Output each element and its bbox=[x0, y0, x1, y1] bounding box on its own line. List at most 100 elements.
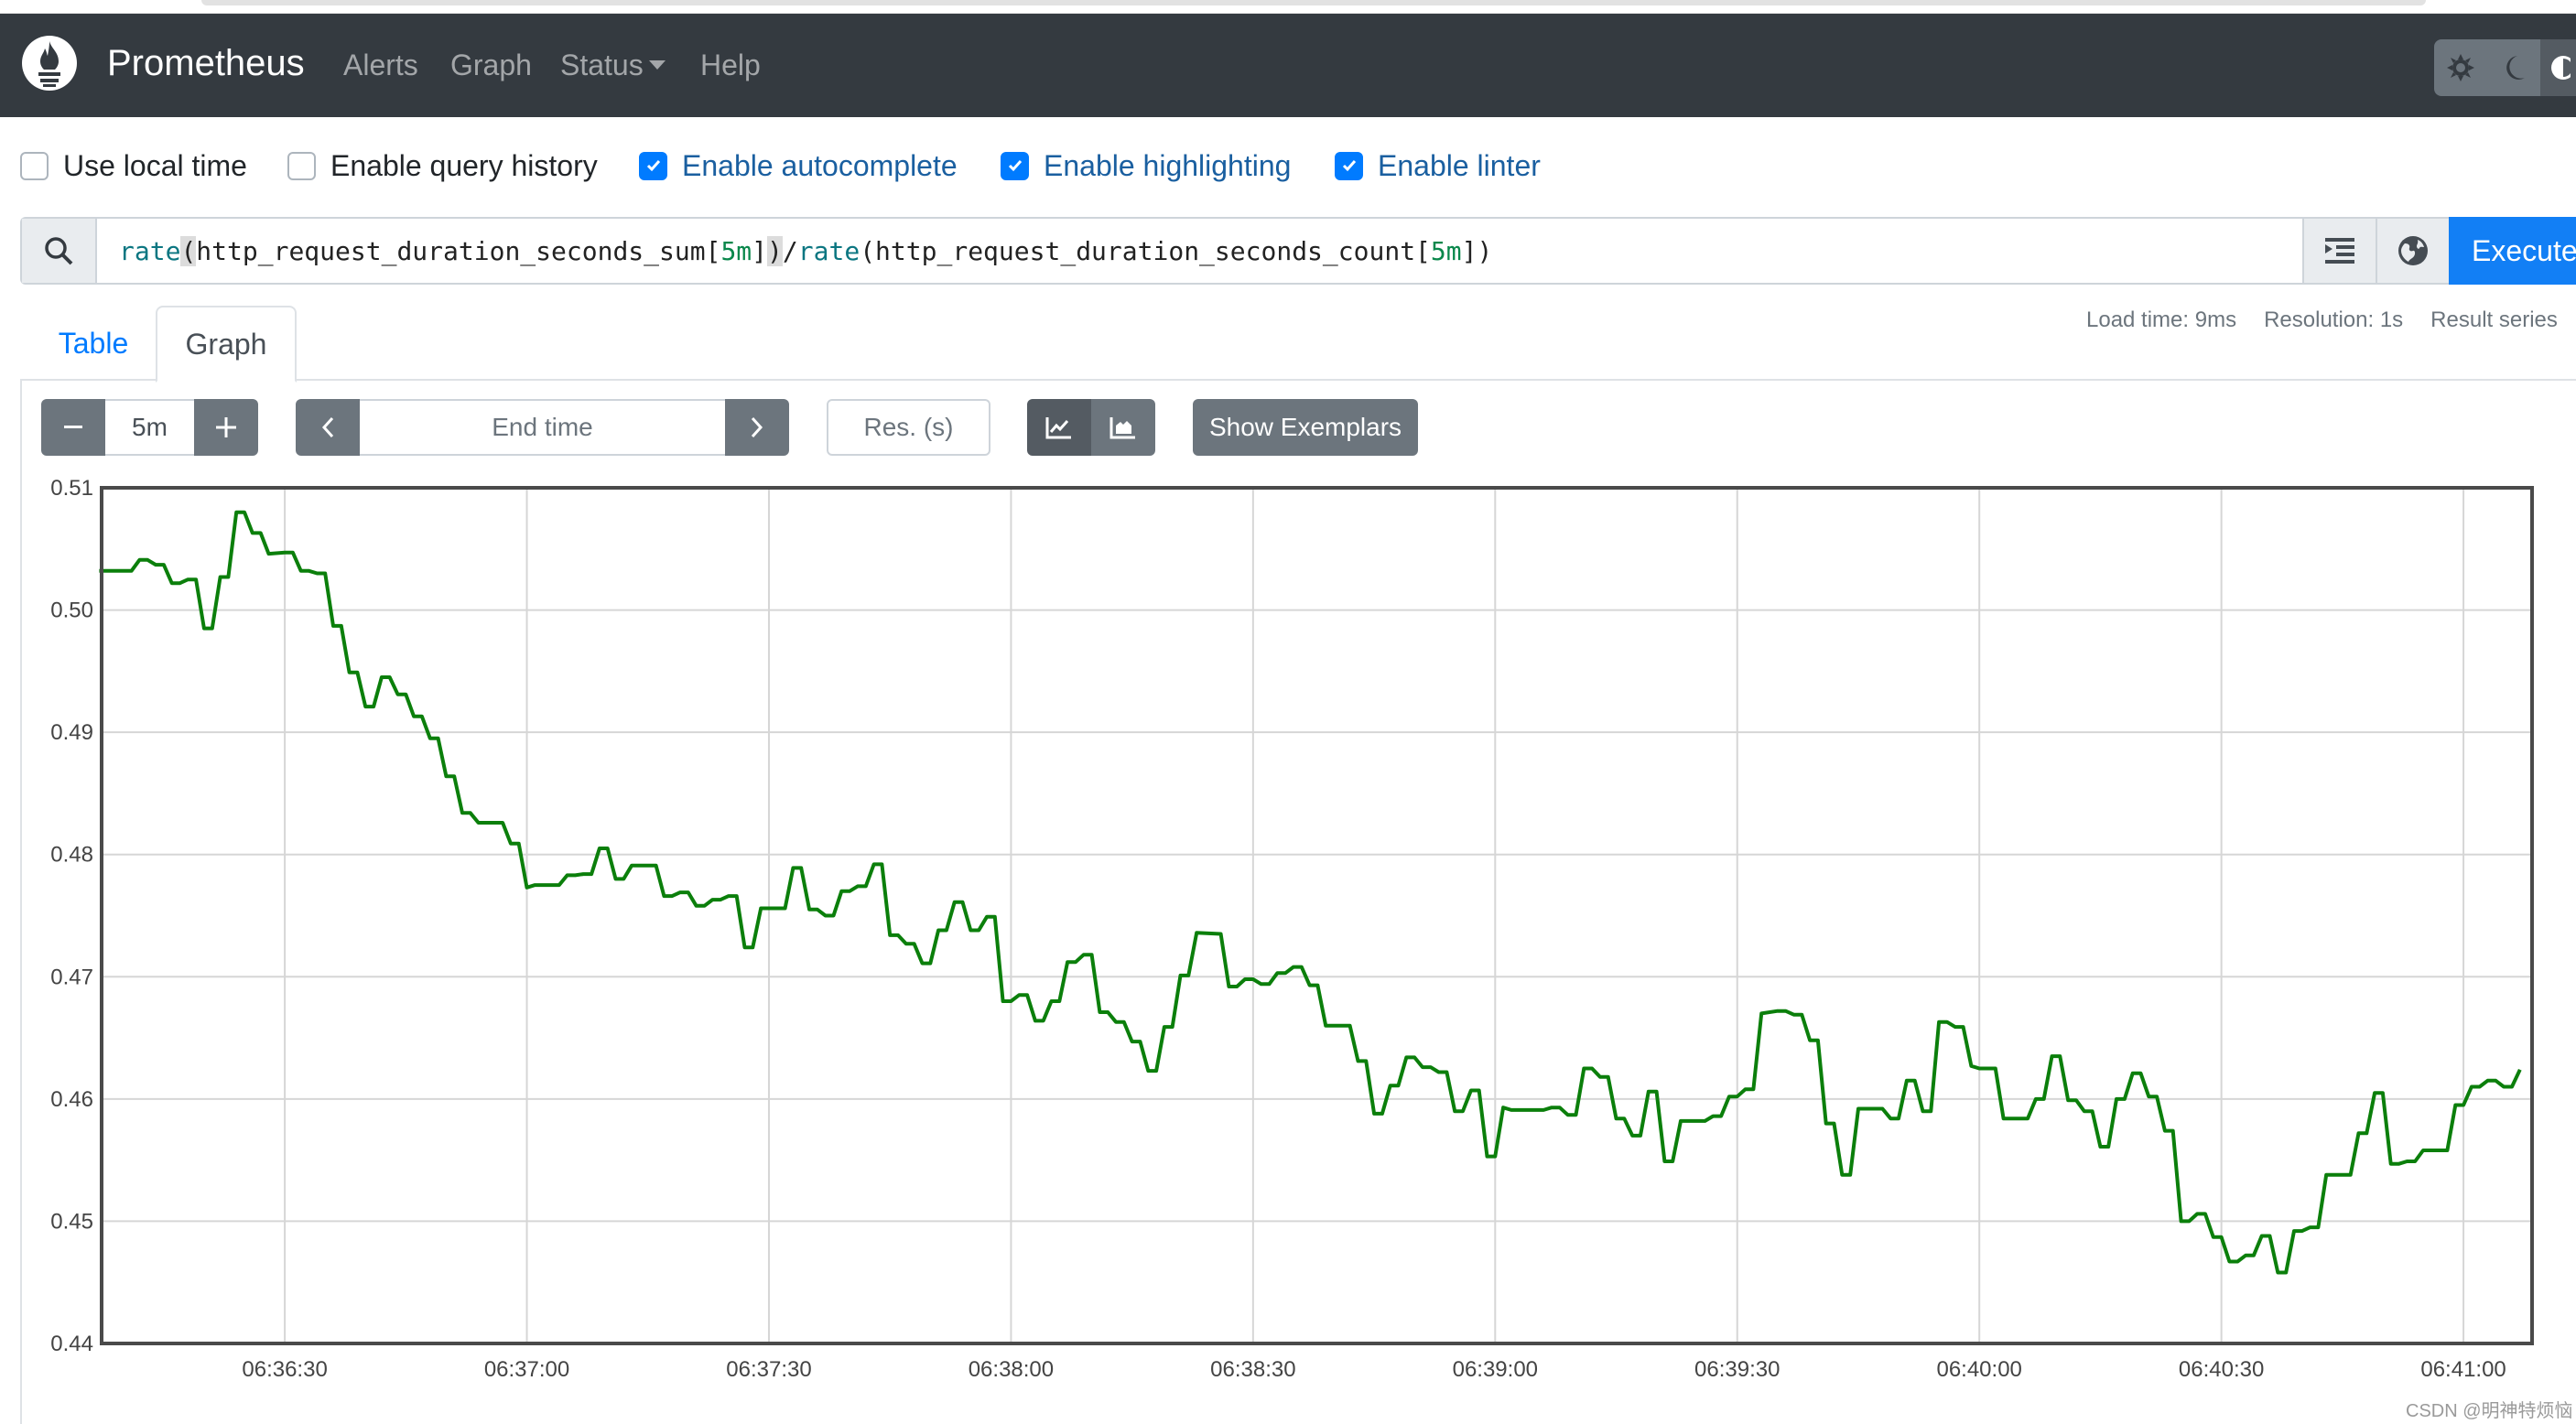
option-enable-query-history[interactable]: Enable query history bbox=[287, 146, 598, 185]
query-token: ]) bbox=[1461, 235, 1493, 266]
query-token: ) bbox=[767, 235, 783, 266]
execute-button[interactable]: Execute bbox=[2449, 217, 2576, 285]
search-icon-box bbox=[22, 219, 97, 283]
option-label: Enable autocomplete bbox=[682, 148, 958, 182]
query-stats: Load time: 9ms Resolution: 1s Result ser… bbox=[2086, 307, 2558, 333]
chevron-left-icon bbox=[321, 416, 334, 438]
query-token: ] bbox=[752, 235, 768, 266]
watermark: CSDN @明神特烦恼 bbox=[2406, 1401, 2573, 1421]
range-input[interactable]: 5m bbox=[105, 399, 194, 456]
end-time-control: End time bbox=[296, 399, 789, 456]
sun-icon bbox=[2447, 54, 2474, 81]
auto-theme-button[interactable] bbox=[2540, 39, 2576, 96]
tab-graph[interactable]: Graph bbox=[156, 306, 297, 383]
dark-theme-button[interactable] bbox=[2487, 39, 2540, 96]
end-time-input[interactable]: End time bbox=[360, 399, 725, 456]
y-tick-label: 0.45 bbox=[50, 1209, 93, 1234]
navbar: Prometheus Alerts Graph Status Help bbox=[0, 14, 2576, 117]
range-control: 5m bbox=[41, 399, 258, 456]
option-label: Use local time bbox=[63, 148, 247, 182]
nav-status-label: Status bbox=[560, 49, 644, 81]
option-enable-linter[interactable]: Enable linter bbox=[1335, 146, 1541, 185]
option-label: Enable linter bbox=[1378, 148, 1541, 182]
next-time-button[interactable] bbox=[725, 399, 789, 456]
nav-alerts[interactable]: Alerts bbox=[343, 47, 418, 83]
browser-top-strip bbox=[0, 0, 2576, 14]
half-circle-icon bbox=[2551, 56, 2571, 80]
check-icon bbox=[1008, 160, 1022, 172]
checkbox[interactable] bbox=[20, 151, 49, 180]
check-icon bbox=[646, 160, 660, 172]
query-token: 5m bbox=[720, 235, 752, 266]
x-tick-label: 06:40:30 bbox=[2179, 1357, 2264, 1382]
stacked-area-chart-icon bbox=[1109, 417, 1135, 439]
plot-frame bbox=[100, 486, 2534, 1345]
option-label: Enable query history bbox=[330, 148, 598, 182]
format-expression-button[interactable] bbox=[2302, 219, 2376, 283]
metrics-explorer-button[interactable] bbox=[2376, 219, 2449, 283]
exemplars-control: Show Exemplars bbox=[1193, 399, 1418, 456]
series-line bbox=[99, 510, 2522, 1275]
caret-down-icon bbox=[648, 60, 666, 70]
option-enable-highlighting[interactable]: Enable highlighting bbox=[1001, 146, 1291, 185]
x-tick-label: 06:39:00 bbox=[1453, 1357, 1538, 1382]
line-chart-icon bbox=[1045, 417, 1071, 439]
plus-icon bbox=[216, 417, 236, 437]
query-token: ( bbox=[180, 235, 197, 266]
query-input[interactable]: rate(http_request_duration_seconds_sum[5… bbox=[97, 219, 2302, 283]
x-tick-label: 06:38:30 bbox=[1210, 1357, 1295, 1382]
load-time: Load time: 9ms bbox=[2086, 307, 2237, 332]
stacked-chart-button[interactable] bbox=[1091, 399, 1155, 456]
search-icon bbox=[45, 237, 73, 265]
tab-table[interactable]: Table bbox=[29, 306, 157, 381]
y-tick-label: 0.44 bbox=[50, 1332, 93, 1356]
x-tick-label: 06:36:30 bbox=[242, 1357, 327, 1382]
moon-icon bbox=[2506, 56, 2525, 80]
show-exemplars-button[interactable]: Show Exemplars bbox=[1193, 399, 1418, 456]
chart-type-control bbox=[1027, 399, 1155, 456]
query-token: 5m bbox=[1430, 235, 1462, 266]
theme-switcher bbox=[2434, 39, 2576, 96]
browser-address-bar bbox=[201, 0, 2426, 5]
check-icon bbox=[1342, 160, 1356, 172]
previous-time-button[interactable] bbox=[296, 399, 360, 456]
option-label: Enable highlighting bbox=[1044, 148, 1292, 182]
option-use-local-time[interactable]: Use local time bbox=[20, 146, 247, 185]
x-tick-label: 06:39:30 bbox=[1694, 1357, 1780, 1382]
option-enable-autocomplete[interactable]: Enable autocomplete bbox=[639, 146, 958, 185]
x-tick-label: 06:41:00 bbox=[2420, 1357, 2506, 1382]
checkbox[interactable] bbox=[287, 151, 316, 180]
query-token: http_request_duration_seconds_sum[ bbox=[196, 235, 721, 266]
y-tick-label: 0.50 bbox=[50, 599, 93, 623]
y-tick-label: 0.47 bbox=[50, 965, 93, 989]
x-tick-label: 06:37:30 bbox=[726, 1357, 811, 1382]
y-tick-label: 0.48 bbox=[50, 843, 93, 868]
nav-graph[interactable]: Graph bbox=[450, 47, 532, 83]
query-token: rate bbox=[797, 235, 860, 266]
indent-icon bbox=[2325, 238, 2354, 264]
checkbox-checked[interactable] bbox=[1001, 151, 1029, 180]
globe-icon bbox=[2398, 236, 2428, 265]
result-series: Result series bbox=[2430, 307, 2558, 332]
decrease-range-button[interactable] bbox=[41, 399, 105, 456]
light-theme-button[interactable] bbox=[2434, 39, 2487, 96]
x-tick-label: 06:40:00 bbox=[1936, 1357, 2021, 1382]
checkbox-checked[interactable] bbox=[1335, 151, 1363, 180]
graph-chart[interactable]: 0.44 0.45 0.46 0.47 0.48 0.49 0.50 0.51 06:36:30… bbox=[0, 458, 2576, 1391]
prometheus-logo-icon[interactable] bbox=[20, 34, 79, 92]
resolution-input[interactable]: Res. (s) bbox=[827, 399, 990, 456]
nav-status[interactable]: Status bbox=[560, 47, 666, 83]
line-chart-button[interactable] bbox=[1027, 399, 1091, 456]
resolution-control: Res. (s) bbox=[827, 399, 990, 456]
minus-icon bbox=[64, 426, 82, 428]
query-token: / bbox=[782, 235, 798, 266]
x-tick-label: 06:38:00 bbox=[969, 1357, 1054, 1382]
x-tick-label: 06:37:00 bbox=[484, 1357, 569, 1382]
nav-help[interactable]: Help bbox=[700, 47, 761, 83]
y-tick-label: 0.51 bbox=[50, 476, 93, 501]
query-token: rate bbox=[119, 235, 181, 266]
increase-range-button[interactable] bbox=[194, 399, 258, 456]
checkbox-checked[interactable] bbox=[639, 151, 667, 180]
chevron-right-icon bbox=[751, 416, 763, 438]
brand-title[interactable]: Prometheus bbox=[107, 41, 305, 85]
